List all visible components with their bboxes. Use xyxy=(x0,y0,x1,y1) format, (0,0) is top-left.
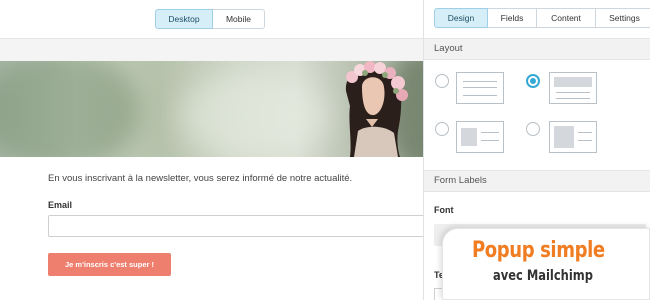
header-image xyxy=(0,61,423,157)
layout-radio-4[interactable] xyxy=(526,122,540,136)
tab-settings[interactable]: Settings xyxy=(596,8,650,28)
layout-radio-1[interactable] xyxy=(435,74,449,88)
form-labels-section-header[interactable]: Form Labels xyxy=(424,170,650,192)
desktop-view-button[interactable]: Desktop xyxy=(155,9,213,29)
email-field-label: Email xyxy=(48,200,73,210)
tab-fields[interactable]: Fields xyxy=(488,8,537,28)
layout-radio-3[interactable] xyxy=(435,122,449,136)
settings-tabs: Design Fields Content Settings xyxy=(434,8,650,28)
preview-top-band xyxy=(0,39,423,61)
tab-content[interactable]: Content xyxy=(537,8,596,28)
layout-thumbnail-image-top[interactable] xyxy=(549,72,597,104)
device-view-toggle: Desktop Mobile xyxy=(155,9,265,29)
layout-thumbnail-image-left[interactable] xyxy=(456,121,504,153)
popup-preview: Desktop Mobile En vous inscrivant à la n… xyxy=(0,0,428,300)
badge-title: Popup simple xyxy=(472,238,605,263)
email-field[interactable] xyxy=(48,215,428,237)
newsletter-intro-text: En vous inscrivant à la newsletter, vous… xyxy=(48,173,353,184)
layout-section-header[interactable]: Layout xyxy=(424,38,650,60)
subscribe-button[interactable]: Je m'inscris c'est super ! xyxy=(48,253,171,276)
woman-flower-crown-photo xyxy=(345,61,408,157)
badge-subtitle: avec Mailchimp xyxy=(493,268,593,284)
layout-thumbnail-image-left-large[interactable] xyxy=(549,121,597,153)
layout-thumbnail-stacked-text[interactable] xyxy=(456,72,504,104)
tab-design[interactable]: Design xyxy=(434,8,488,28)
mobile-view-button[interactable]: Mobile xyxy=(213,9,265,29)
layout-radio-2[interactable] xyxy=(526,74,540,88)
font-label: Font xyxy=(434,205,454,215)
